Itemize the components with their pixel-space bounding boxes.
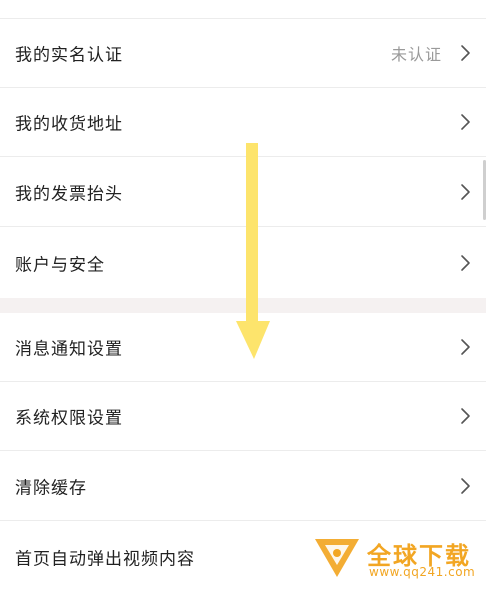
down-arrow-annotation: [236, 143, 270, 359]
chevron-right-icon: [461, 114, 470, 130]
watermark-url: www.qq241.com: [369, 565, 476, 579]
chevron-right-icon: [461, 45, 470, 61]
settings-item-real-name[interactable]: 我的实名认证 未认证: [0, 19, 486, 88]
watermark-logo-icon: [315, 539, 359, 577]
chevron-right-icon: [461, 339, 470, 355]
chevron-right-icon: [461, 408, 470, 424]
settings-item-label: 清除缓存: [15, 478, 87, 499]
chevron-right-icon: [461, 254, 470, 271]
chevron-right-icon: [461, 478, 470, 494]
settings-item-clear-cache[interactable]: 清除缓存: [0, 452, 486, 521]
chevron-right-icon: [461, 184, 470, 200]
settings-item-label: 我的发票抬头: [15, 184, 123, 205]
top-strip: [0, 0, 486, 19]
verification-status: 未认证: [390, 45, 442, 64]
settings-item-label: 我的实名认证: [15, 45, 123, 66]
settings-item-label: 消息通知设置: [15, 339, 123, 360]
settings-item-system-permissions[interactable]: 系统权限设置: [0, 382, 486, 451]
settings-item-label: 账户与安全: [15, 255, 105, 275]
watermark: 全球下载 www.qq241.com: [307, 528, 486, 586]
settings-item-label: 系统权限设置: [15, 408, 123, 429]
settings-item-label: 首页自动弹出视频内容: [15, 549, 195, 569]
settings-item-label: 我的收货地址: [15, 114, 123, 135]
